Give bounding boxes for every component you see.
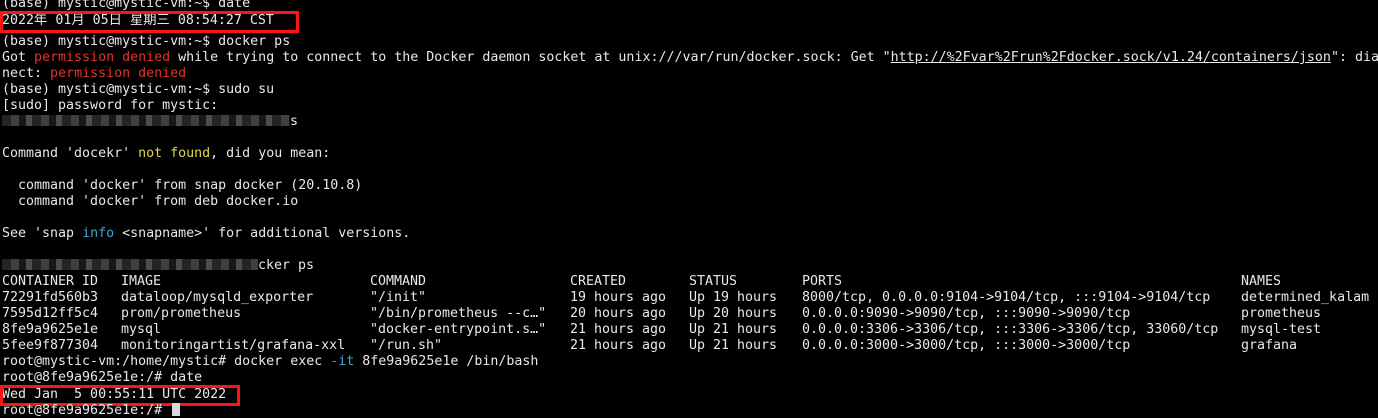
- command: "/run.sh": [370, 338, 443, 353]
- flag-text: -it: [330, 354, 355, 369]
- col-header-status: STATUS: [689, 274, 738, 289]
- container-name: prometheus: [1241, 306, 1322, 321]
- text-segment: while trying to connect to the Docker da…: [170, 50, 891, 65]
- redacted-blur: [2, 259, 258, 270]
- text-segment: ": dia: [1330, 50, 1378, 65]
- image-name: dataloop/mysqld_exporter: [121, 290, 314, 305]
- sudo-password-line: [sudo] password for mystic:: [2, 98, 219, 113]
- container-name: determined_kalam: [1241, 290, 1370, 305]
- text-segment: See 'snap: [2, 226, 83, 241]
- col-header-container-id: CONTAINER ID: [2, 274, 99, 289]
- created: 20 hours ago: [570, 306, 667, 321]
- redacted-command-line: cker ps: [2, 258, 314, 274]
- container-name: grafana: [1241, 338, 1298, 353]
- status: Up 21 hours: [689, 338, 778, 353]
- highlight-box-host-date: [0, 11, 299, 33]
- created: 19 hours ago: [570, 290, 667, 305]
- info-text: info: [82, 226, 115, 241]
- container-id: 7595d12ff5c4: [2, 306, 99, 321]
- not-found-text: not found: [138, 146, 211, 161]
- text-segment: root@mystic-vm:/home/mystic# docker exec: [2, 354, 331, 369]
- text-segment: Got: [2, 50, 35, 65]
- status: Up 21 hours: [689, 322, 778, 337]
- active-prompt-line[interactable]: root@8fe9a9625e1e:/#: [2, 403, 181, 418]
- docker-api-link[interactable]: http://%2Fvar%2Frun%2Fdocker.sock/v1.24/…: [891, 50, 1331, 65]
- col-header-created: CREATED: [570, 274, 627, 289]
- ports: 0.0.0.0:9090->9090/tcp, :::9090->9090/tc…: [802, 306, 1131, 321]
- redacted-blur: [2, 115, 290, 126]
- text-segment: Command 'docekr': [2, 146, 139, 161]
- col-header-command: COMMAND: [370, 274, 427, 289]
- status: Up 19 hours: [689, 290, 778, 305]
- status: Up 20 hours: [689, 306, 778, 321]
- command: "docker-entrypoint.s…": [370, 322, 547, 337]
- prompt-line: (base) mystic@mystic-vm:~$ docker ps: [2, 34, 291, 49]
- error-line-continued: nect: permission denied: [2, 66, 186, 82]
- command: "/bin/prometheus --c…": [370, 306, 547, 321]
- prompt-line: root@8fe9a9625e1e:/# date: [2, 370, 203, 385]
- suggestion-line: command 'docker' from deb docker.io: [2, 194, 299, 209]
- text-segment: s: [290, 114, 299, 129]
- error-text: permission denied: [50, 66, 187, 81]
- container-name: mysql-test: [1241, 322, 1322, 337]
- created: 21 hours ago: [570, 338, 667, 353]
- redacted-command-line: s: [2, 114, 298, 130]
- container-id: 8fe9a9625e1e: [2, 322, 99, 337]
- ports: 0.0.0.0:3306->3306/tcp, :::3306->3306/tc…: [802, 322, 1219, 337]
- snap-info-line: See 'snap info <snapname>' for additiona…: [2, 226, 410, 242]
- error-text: permission denied: [34, 50, 171, 65]
- text-segment: nect:: [2, 66, 51, 81]
- error-line: Got permission denied while trying to co…: [2, 50, 1378, 66]
- col-header-image: IMAGE: [121, 274, 162, 289]
- prompt-text: root@8fe9a9625e1e:/#: [2, 403, 171, 418]
- text-cursor[interactable]: [172, 403, 181, 416]
- ports: 8000/tcp, 0.0.0.0:9104->9104/tcp, :::910…: [802, 290, 1211, 305]
- container-id: 72291fd560b3: [2, 290, 99, 305]
- col-header-ports: PORTS: [802, 274, 843, 289]
- not-found-line: Command 'docekr' not found, did you mean…: [2, 146, 330, 162]
- terminal-window[interactable]: (base) mystic@mystic-vm:~$ date 2022年 01…: [0, 0, 1378, 418]
- ports: 0.0.0.0:3000->3000/tcp, :::3000->3000/tc…: [802, 338, 1131, 353]
- suggestion-line: command 'docker' from snap docker (20.10…: [2, 178, 363, 193]
- text-segment: <snapname>' for additional versions.: [114, 226, 411, 241]
- image-name: prom/prometheus: [121, 306, 242, 321]
- created: 21 hours ago: [570, 322, 667, 337]
- image-name: mysql: [121, 322, 162, 337]
- container-id: 5fee9f877304: [2, 338, 99, 353]
- docker-exec-line: root@mystic-vm:/home/mystic# docker exec…: [2, 354, 538, 370]
- text-segment: cker ps: [258, 258, 315, 273]
- text-segment: 8fe9a9625e1e /bin/bash: [354, 354, 539, 369]
- text-segment: , did you mean:: [210, 146, 331, 161]
- prompt-line: (base) mystic@mystic-vm:~$ sudo su: [2, 82, 275, 97]
- image-name: monitoringartist/grafana-xxl: [121, 338, 346, 353]
- command: "/init": [370, 290, 427, 305]
- col-header-names: NAMES: [1241, 274, 1282, 289]
